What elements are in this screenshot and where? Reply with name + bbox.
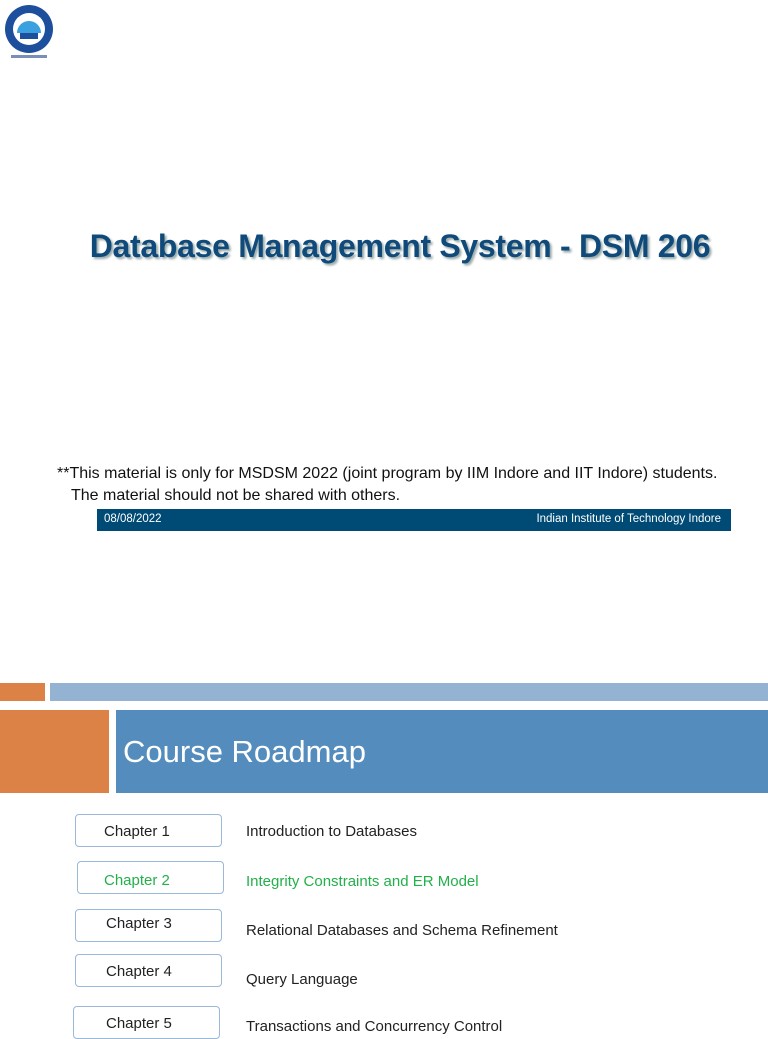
chapter-label: Chapter 1: [104, 823, 170, 840]
chapter-box-5: Chapter 5: [73, 1006, 220, 1039]
chapter-topic-2: Integrity Constraints and ER Model: [246, 873, 479, 890]
footer-institute: Indian Institute of Technology Indore: [536, 513, 721, 525]
title-block-orange: [0, 710, 109, 793]
header-accent-blue: [50, 683, 768, 701]
slide-footer: 08/08/2022 Indian Institute of Technolog…: [97, 509, 731, 531]
chapter-label: Chapter 3: [106, 915, 172, 932]
chapter-label: Chapter 2: [104, 872, 170, 889]
header-accent-orange: [0, 683, 45, 701]
chapter-topic-4: Query Language: [246, 971, 358, 988]
chapter-label: Chapter 4: [106, 963, 172, 980]
chapter-topic-1: Introduction to Databases: [246, 823, 417, 840]
disclaimer-line-1: **This material is only for MSDSM 2022 (…: [57, 465, 718, 482]
slide-title: Database Management System - DSM 206: [89, 228, 711, 264]
chapter-box-3: Chapter 3: [75, 909, 222, 942]
iit-indore-logo: [5, 5, 53, 58]
chapter-box-2: Chapter 2: [77, 861, 224, 894]
roadmap-title: Course Roadmap: [123, 734, 366, 769]
disclaimer-line-2: The material should not be shared with o…: [71, 487, 401, 504]
chapter-box-4: Chapter 4: [75, 954, 222, 987]
chapter-topic-3: Relational Databases and Schema Refineme…: [246, 922, 558, 939]
chapter-topic-5: Transactions and Concurrency Control: [246, 1018, 503, 1035]
chapter-box-1: Chapter 1: [75, 814, 222, 847]
footer-date: 08/08/2022: [104, 513, 162, 525]
